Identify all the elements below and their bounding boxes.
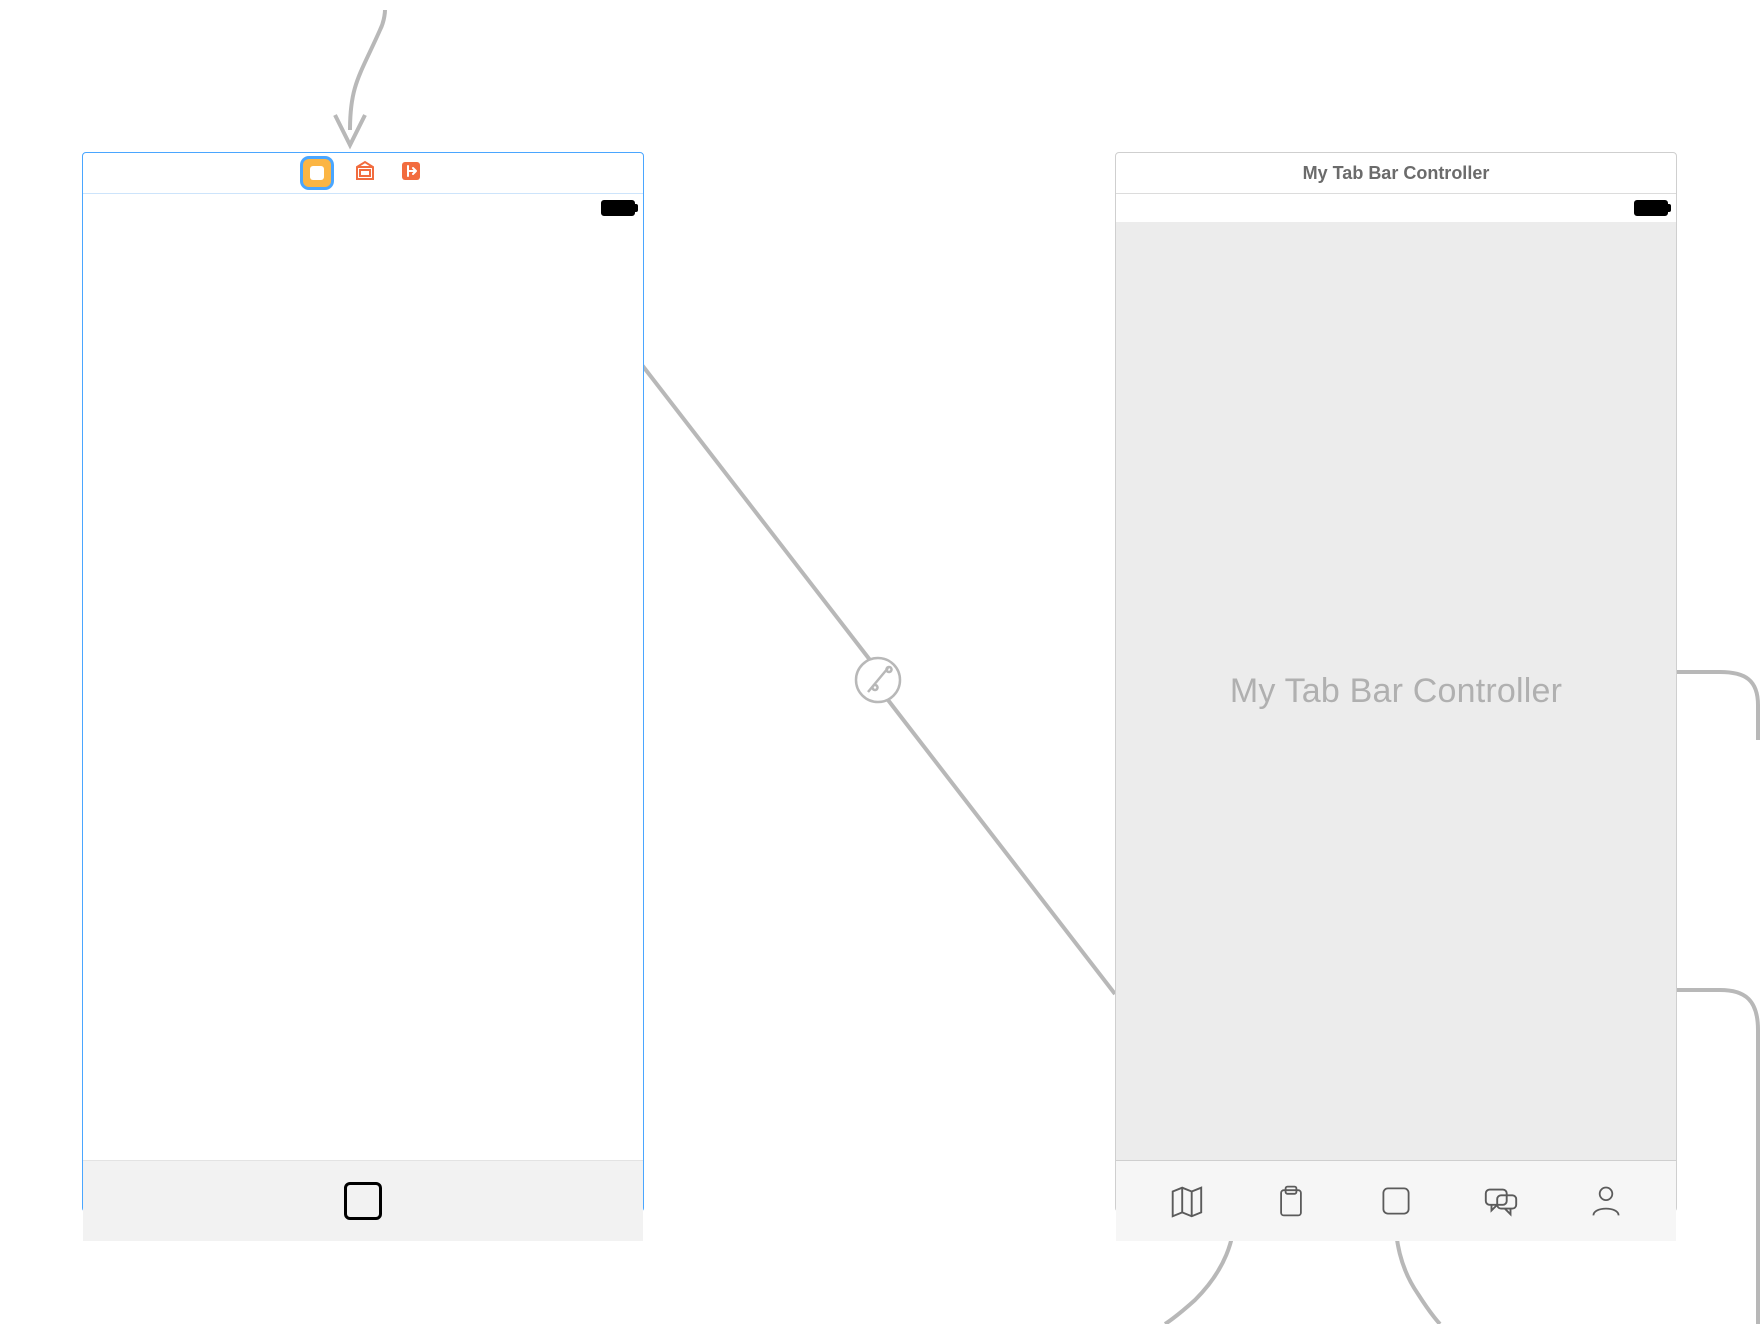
battery-icon — [1634, 200, 1668, 216]
exit-icon[interactable] — [399, 159, 423, 188]
tab-item-blank[interactable] — [341, 1179, 385, 1223]
tab-item-map[interactable] — [1164, 1179, 1208, 1223]
scene-content — [83, 194, 643, 1160]
status-bar — [1116, 194, 1676, 222]
tab-item-chat[interactable] — [1479, 1179, 1523, 1223]
person-icon — [1588, 1183, 1624, 1219]
map-icon — [1167, 1182, 1205, 1220]
controller-placeholder-area[interactable]: My Tab Bar Controller — [1116, 222, 1676, 1160]
square-icon — [344, 1182, 382, 1220]
scene-title-bar[interactable]: My Tab Bar Controller — [1116, 153, 1676, 194]
tab-item-person[interactable] — [1584, 1179, 1628, 1223]
tab-bar[interactable] — [1116, 1160, 1676, 1241]
view-controller-view[interactable] — [83, 222, 643, 1160]
tab-item-clipboard[interactable] — [1269, 1179, 1313, 1223]
view-controller-icon[interactable] — [303, 159, 331, 187]
square-icon — [1378, 1183, 1414, 1219]
chat-icon — [1482, 1182, 1520, 1220]
first-responder-icon[interactable] — [353, 159, 377, 188]
battery-icon — [601, 200, 635, 216]
scene-title: My Tab Bar Controller — [1303, 163, 1490, 184]
scene-content: My Tab Bar Controller — [1116, 194, 1676, 1160]
tab-bar-placeholder — [83, 1160, 643, 1241]
status-bar — [83, 194, 643, 222]
storyboard-canvas[interactable]: My Tab Bar Controller My Tab Bar Control… — [0, 0, 1762, 1324]
view-controller-scene[interactable] — [82, 152, 644, 1212]
controller-placeholder-label: My Tab Bar Controller — [1230, 672, 1562, 711]
scene-title-bar[interactable] — [83, 153, 643, 194]
tab-item-square[interactable] — [1374, 1179, 1418, 1223]
clipboard-icon — [1273, 1183, 1309, 1219]
tab-bar-controller-scene[interactable]: My Tab Bar Controller My Tab Bar Control… — [1115, 152, 1677, 1212]
